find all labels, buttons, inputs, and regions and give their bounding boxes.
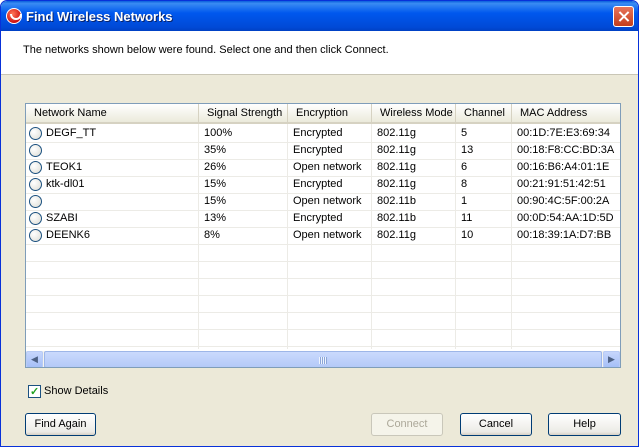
table-row[interactable]: DEENK6 8% Open network 802.11g 10 00:18:39:1A… bbox=[26, 227, 620, 244]
mac-address-cell: 00:90:4C:5F:00:2A bbox=[517, 195, 610, 207]
mac-address-cell: 00:0D:54:AA:1D:5D bbox=[517, 212, 614, 224]
encryption-cell: Encrypted bbox=[293, 144, 343, 156]
network-radio-button[interactable] bbox=[29, 178, 42, 191]
wireless-mode-cell: 802.11g bbox=[377, 144, 416, 156]
mac-address-cell: 00:21:91:51:42:51 bbox=[517, 178, 606, 190]
encryption-cell: Encrypted bbox=[293, 178, 343, 190]
channel-cell: 8 bbox=[461, 178, 468, 190]
channel-cell: 10 bbox=[461, 229, 474, 241]
network-radio-button[interactable] bbox=[29, 229, 42, 242]
grip-icon bbox=[319, 357, 327, 364]
window-title: Find Wireless Networks bbox=[26, 9, 173, 24]
wireless-mode-cell: 802.11g bbox=[377, 229, 416, 241]
grid-line bbox=[26, 295, 620, 296]
column-network-name[interactable]: Network Name bbox=[26, 104, 199, 124]
encryption-cell: Encrypted bbox=[293, 212, 343, 224]
grid-line bbox=[26, 261, 620, 262]
table-row[interactable]: DEGF_TT 100% Encrypted 802.11g 5 00:1D:7E:E3:… bbox=[26, 125, 620, 142]
wireless-mode-cell: 802.11g bbox=[377, 127, 416, 139]
title-bar[interactable]: Find Wireless Networks bbox=[1, 1, 638, 31]
encryption-cell: Open network bbox=[293, 229, 362, 241]
network-name-cell: SZABI bbox=[46, 212, 78, 224]
arrow-left-icon[interactable]: ◀ bbox=[26, 351, 43, 367]
column-wireless-mode[interactable]: Wireless Mode bbox=[372, 104, 456, 124]
grid-line bbox=[26, 244, 620, 245]
signal-strength-cell: 15% bbox=[204, 195, 227, 207]
scrollbar-thumb[interactable] bbox=[44, 351, 602, 367]
mac-address-cell: 00:1D:7E:E3:69:34 bbox=[517, 127, 610, 139]
network-name-cell: TEOK1 bbox=[46, 161, 83, 173]
instruction-text: The networks shown below were found. Sel… bbox=[23, 44, 389, 56]
network-name-cell: DEENK6 bbox=[46, 229, 91, 241]
grid-line bbox=[26, 346, 620, 347]
mac-address-cell: 00:18:F8:CC:BD:3A bbox=[517, 144, 615, 156]
help-button[interactable]: Help bbox=[548, 413, 621, 436]
grid-line bbox=[26, 278, 620, 279]
horizontal-scrollbar[interactable]: ◀ ▶ bbox=[26, 351, 620, 367]
table-row[interactable]: SZABI 13% Encrypted 802.11b 11 00:0D:54:AA:1D… bbox=[26, 210, 620, 227]
column-mac-address[interactable]: MAC Address bbox=[512, 104, 620, 124]
cancel-button[interactable]: Cancel bbox=[460, 413, 532, 436]
encryption-cell: Encrypted bbox=[293, 127, 343, 139]
encryption-cell: Open network bbox=[293, 195, 362, 207]
encryption-cell: Open network bbox=[293, 161, 362, 173]
network-radio-button[interactable] bbox=[29, 195, 42, 208]
table-row[interactable]: TEOK1 26% Open network 802.11g 6 00:16:B6:A4:… bbox=[26, 159, 620, 176]
wireless-mode-cell: 802.11g bbox=[377, 178, 416, 190]
wireless-mode-cell: 802.11g bbox=[377, 161, 416, 173]
column-channel[interactable]: Channel bbox=[456, 104, 512, 124]
header-area: The networks shown below were found. Sel… bbox=[1, 31, 638, 75]
table-row[interactable]: 35% Encrypted 802.11g 13 00:18:F8:CC:BD:3A bbox=[26, 142, 620, 159]
mac-address-cell: 00:16:B6:A4:01:1E bbox=[517, 161, 610, 173]
channel-cell: 13 bbox=[461, 144, 474, 156]
signal-strength-cell: 35% bbox=[204, 144, 227, 156]
signal-strength-cell: 26% bbox=[204, 161, 227, 173]
connect-button[interactable]: Connect bbox=[371, 413, 443, 436]
channel-cell: 6 bbox=[461, 161, 468, 173]
wireless-mode-cell: 802.11b bbox=[377, 212, 416, 224]
signal-strength-cell: 100% bbox=[204, 127, 233, 139]
find-wireless-networks-dialog: Find Wireless Networks The networks show… bbox=[0, 0, 639, 447]
channel-cell: 1 bbox=[461, 195, 468, 207]
show-details-checkbox[interactable]: ✓ bbox=[28, 385, 41, 398]
network-radio-button[interactable] bbox=[29, 144, 42, 157]
column-signal-strength[interactable]: Signal Strength bbox=[199, 104, 288, 124]
network-radio-button[interactable] bbox=[29, 127, 42, 140]
signal-strength-cell: 15% bbox=[204, 178, 227, 190]
column-encryption[interactable]: Encryption bbox=[288, 104, 372, 124]
grid-line bbox=[26, 329, 620, 330]
grid-line bbox=[26, 312, 620, 313]
network-radio-button[interactable] bbox=[29, 212, 42, 225]
signal-strength-cell: 8% bbox=[204, 229, 220, 241]
wireless-app-icon bbox=[6, 8, 22, 24]
network-radio-button[interactable] bbox=[29, 161, 42, 174]
mac-address-cell: 00:18:39:1A:D7:BB bbox=[517, 229, 612, 241]
signal-strength-cell: 13% bbox=[204, 212, 227, 224]
channel-cell: 11 bbox=[461, 212, 473, 224]
table-row[interactable]: 15% Open network 802.11b 1 00:90:4C:5F:00:2A bbox=[26, 193, 620, 210]
close-icon[interactable] bbox=[613, 6, 634, 27]
network-list[interactable]: Network Name Signal Strength Encryption … bbox=[25, 103, 621, 368]
network-name-cell: ktk-dl01 bbox=[46, 178, 85, 190]
arrow-right-icon[interactable]: ▶ bbox=[603, 351, 620, 367]
find-again-button[interactable]: Find Again bbox=[25, 413, 96, 436]
checkmark-icon: ✓ bbox=[30, 386, 40, 398]
wireless-mode-cell: 802.11b bbox=[377, 195, 416, 207]
table-row[interactable]: ktk-dl01 15% Encrypted 802.11g 8 00:21:91:51:… bbox=[26, 176, 620, 193]
network-name-cell: DEGF_TT bbox=[46, 127, 97, 139]
channel-cell: 5 bbox=[461, 127, 468, 139]
show-details-label[interactable]: Show Details bbox=[44, 385, 108, 397]
